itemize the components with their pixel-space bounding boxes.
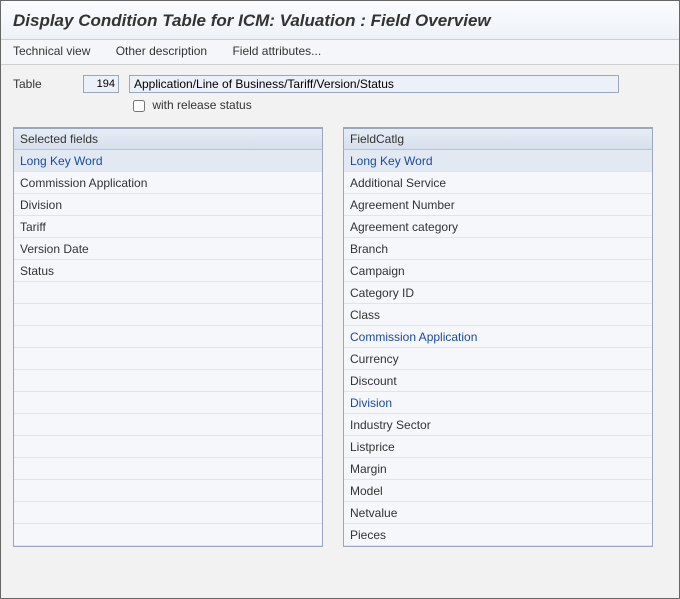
- selected-fields-title: Selected fields: [13, 128, 323, 150]
- list-item-empty: [14, 282, 322, 304]
- list-item[interactable]: Discount: [344, 370, 652, 392]
- list-item-empty: [14, 436, 322, 458]
- list-item[interactable]: Netvalue: [344, 502, 652, 524]
- list-item[interactable]: Tariff: [14, 216, 322, 238]
- field-catalog-title: FieldCatlg: [343, 128, 653, 150]
- list-item[interactable]: Model: [344, 480, 652, 502]
- field-catalog-body: Long Key Word Additional ServiceAgreemen…: [343, 150, 653, 547]
- list-item[interactable]: Agreement category: [344, 216, 652, 238]
- selected-fields-panel: Selected fields Long Key Word Commission…: [13, 127, 323, 547]
- list-item-empty: [14, 326, 322, 348]
- list-item[interactable]: Campaign: [344, 260, 652, 282]
- table-name-field[interactable]: [129, 75, 619, 93]
- list-item[interactable]: Branch: [344, 238, 652, 260]
- table-label: Table: [13, 77, 83, 91]
- list-item[interactable]: Industry Sector: [344, 414, 652, 436]
- list-item[interactable]: Commission Application: [14, 172, 322, 194]
- panels: Selected fields Long Key Word Commission…: [1, 127, 679, 559]
- list-item[interactable]: Pieces: [344, 524, 652, 546]
- list-item[interactable]: Division: [344, 392, 652, 414]
- list-item-empty: [14, 502, 322, 524]
- list-item[interactable]: Agreement Number: [344, 194, 652, 216]
- list-item-empty: [14, 370, 322, 392]
- release-status-checkbox[interactable]: [133, 100, 145, 112]
- list-item[interactable]: Listprice: [344, 436, 652, 458]
- menu-other-description[interactable]: Other description: [116, 44, 207, 58]
- field-catalog-panel: FieldCatlg Long Key Word Additional Serv…: [343, 127, 653, 547]
- list-item[interactable]: Status: [14, 260, 322, 282]
- menu-field-attributes[interactable]: Field attributes...: [232, 44, 321, 58]
- selected-fields-header-row[interactable]: Long Key Word: [14, 150, 322, 172]
- page-title: Display Condition Table for ICM: Valuati…: [1, 1, 679, 40]
- field-catalog-header-row[interactable]: Long Key Word: [344, 150, 652, 172]
- list-item-empty: [14, 304, 322, 326]
- list-item[interactable]: Class: [344, 304, 652, 326]
- list-item[interactable]: Category ID: [344, 282, 652, 304]
- list-item[interactable]: Additional Service: [344, 172, 652, 194]
- list-item[interactable]: Currency: [344, 348, 652, 370]
- list-item[interactable]: Margin: [344, 458, 652, 480]
- list-item[interactable]: Commission Application: [344, 326, 652, 348]
- list-item-empty: [14, 392, 322, 414]
- table-number-field[interactable]: [83, 75, 119, 93]
- menubar: Technical view Other description Field a…: [1, 40, 679, 65]
- release-status-label: with release status: [152, 98, 251, 112]
- list-item[interactable]: Version Date: [14, 238, 322, 260]
- list-item-empty: [14, 524, 322, 546]
- list-item-empty: [14, 348, 322, 370]
- work-area: Table with release status: [1, 65, 679, 115]
- selected-fields-body: Long Key Word Commission ApplicationDivi…: [13, 150, 323, 547]
- menu-technical-view[interactable]: Technical view: [13, 44, 90, 58]
- list-item[interactable]: Division: [14, 194, 322, 216]
- list-item-empty: [14, 414, 322, 436]
- list-item-empty: [14, 458, 322, 480]
- list-item-empty: [14, 480, 322, 502]
